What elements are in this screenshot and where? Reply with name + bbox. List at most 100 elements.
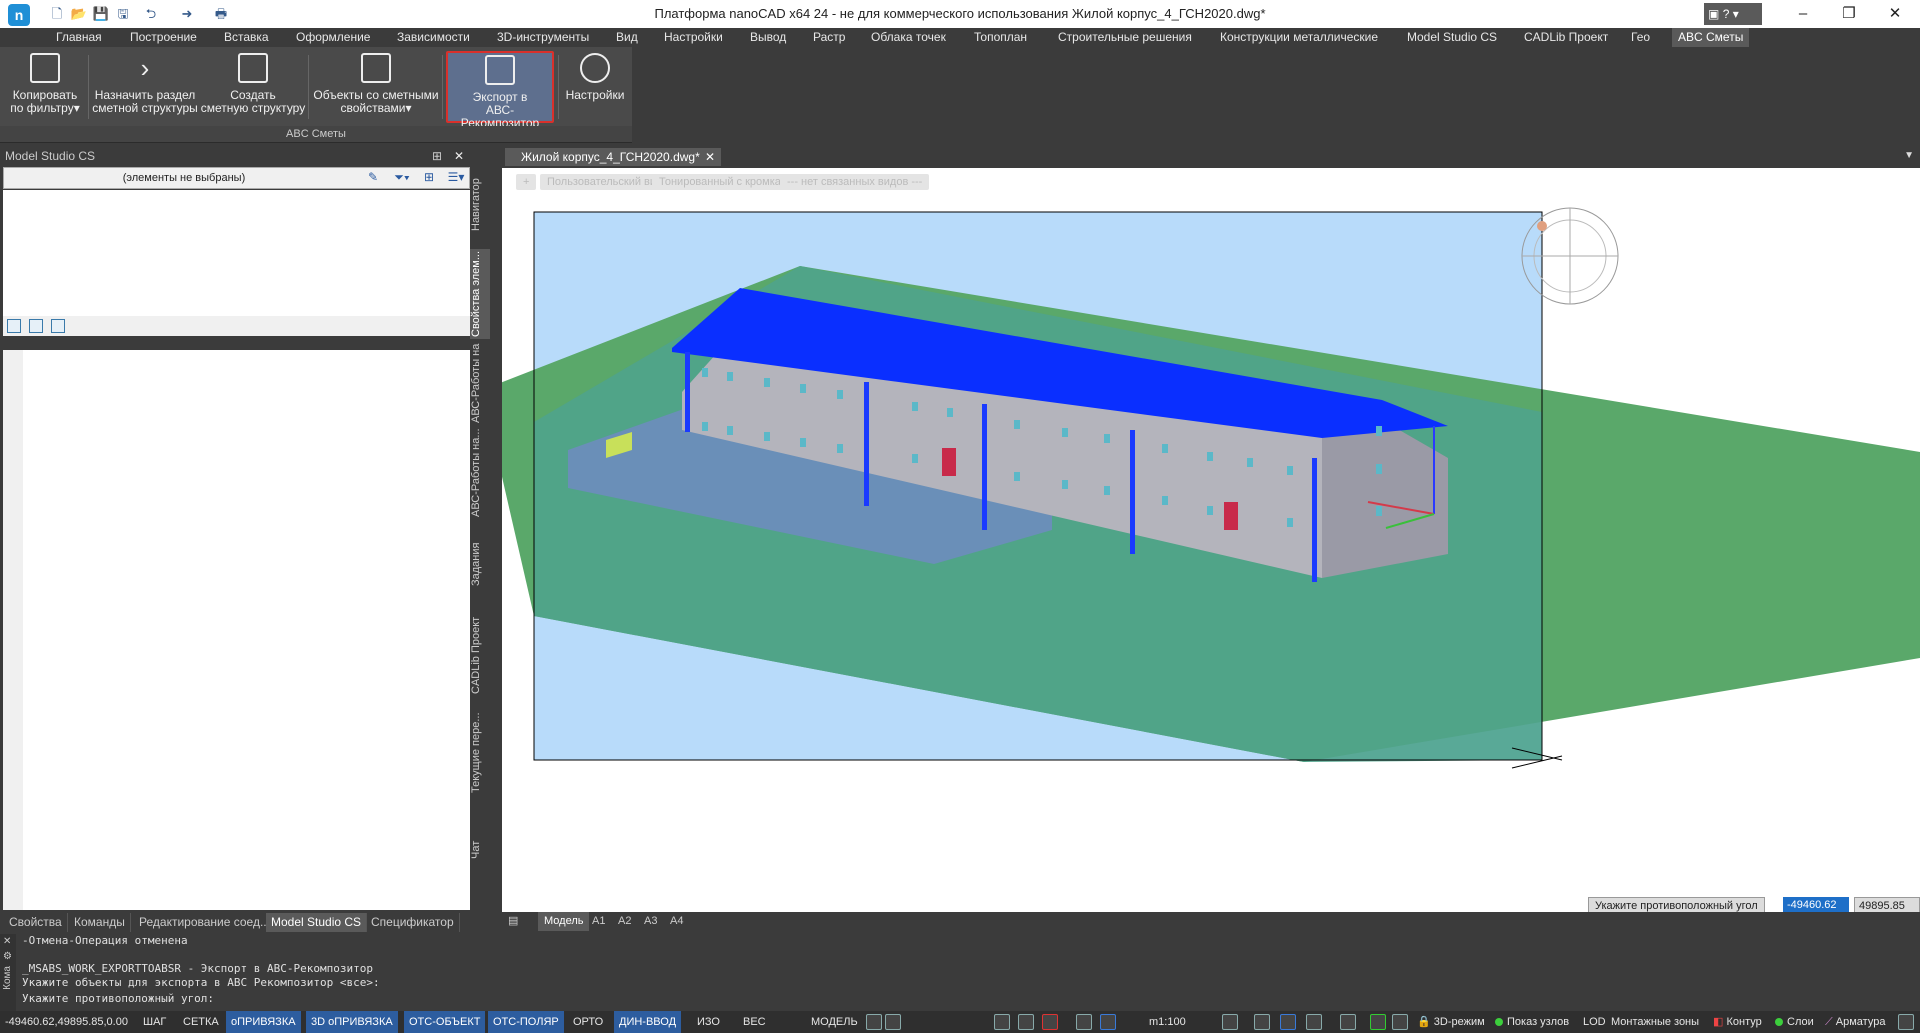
command-settings-icon[interactable]: ⚙ (0, 949, 16, 964)
side-tab-cadlib[interactable]: CADLib Проект (470, 609, 490, 701)
pin-icon[interactable]: ⊞ (432, 147, 442, 165)
pan-hand-icon[interactable] (1222, 1014, 1238, 1030)
tab-abc-estimates[interactable]: ABC Сметы (1672, 28, 1750, 47)
tab-design[interactable]: Оформление (290, 28, 376, 47)
toggle-step[interactable]: ШАГ (138, 1011, 171, 1033)
layers-toggle[interactable]: Слои (1770, 1011, 1819, 1033)
tab-list-chevron-icon[interactable]: ▼ (1904, 150, 1914, 161)
minimize-button[interactable]: – (1780, 0, 1826, 28)
show-nodes-toggle[interactable]: Показ узлов (1490, 1011, 1574, 1033)
close-button[interactable]: ✕ (1872, 0, 1918, 28)
tab-a1[interactable]: A1 (586, 912, 611, 931)
annotation-icon[interactable] (885, 1014, 901, 1030)
toggle-dyn-input[interactable]: ДИН-ВВОД (614, 1011, 682, 1033)
tab-3d-tools[interactable]: 3D-инструменты (491, 28, 595, 47)
document-tab[interactable]: Жилой корпус_4_ГСН2020.dwg* ✕ (505, 148, 721, 166)
toggle-3d-osnap[interactable]: 3D оПРИВЯЗКА (306, 1011, 398, 1033)
tab-geo[interactable]: Гео (1625, 28, 1656, 47)
tab-view[interactable]: Вид (610, 28, 644, 47)
redo-icon[interactable]: ➜ (178, 5, 196, 23)
orbit-icon[interactable] (1340, 1014, 1356, 1030)
zoom-window-icon[interactable] (1280, 1014, 1296, 1030)
panel-close-icon[interactable]: ✕ (454, 147, 464, 165)
lightbulb-icon[interactable] (1018, 1014, 1034, 1030)
toggle-ortho[interactable]: ОРТО (568, 1011, 608, 1033)
refresh-icon[interactable] (1370, 1014, 1386, 1030)
drawing-viewport[interactable]: + Пользовательский вид Тонированный с кр… (502, 168, 1920, 912)
command-close-icon[interactable]: ✕ (0, 934, 16, 949)
element-list-area[interactable] (3, 190, 470, 316)
help-box[interactable]: ▣ ? ▾ (1704, 3, 1762, 25)
save-icon[interactable]: 💾 (92, 5, 110, 23)
settings-button[interactable]: Настройки (562, 51, 628, 123)
linked-views-button[interactable]: --- нет связанных видов --- (780, 174, 930, 190)
tab-point-clouds[interactable]: Облака точек (865, 28, 952, 47)
add-view-button[interactable]: + (516, 174, 537, 190)
model-space-label[interactable]: МОДЕЛЬ (806, 1011, 863, 1033)
tab-a2[interactable]: A2 (612, 912, 637, 931)
tab-metal-structures[interactable]: Конструкции металлические (1214, 28, 1384, 47)
side-tab-navigator[interactable]: Навигатор (470, 165, 490, 245)
create-structure-button[interactable]: Создать сметную структуру (200, 51, 306, 123)
ucs-icon[interactable] (1100, 1014, 1116, 1030)
tab-output[interactable]: Вывод (744, 28, 792, 47)
tab-insert[interactable]: Вставка (218, 28, 275, 47)
command-input-line[interactable]: Укажите противоположный угол: (22, 992, 214, 1005)
side-tab-chat[interactable]: Чат (470, 805, 490, 895)
tab-model[interactable]: Модель (538, 912, 590, 931)
open-icon[interactable]: 📂 (70, 5, 88, 23)
tab-properties[interactable]: Свойства (4, 913, 68, 932)
side-tab-current-vars[interactable]: Текущие пере... (470, 707, 490, 799)
maximize-button[interactable]: ❐ (1826, 0, 1872, 28)
layouts-icon[interactable]: ▤ (508, 912, 526, 931)
mode-3d-toggle[interactable]: 🔒 3D-режим (1412, 1011, 1490, 1033)
viewport-icon[interactable] (866, 1014, 882, 1030)
properties-area[interactable] (3, 350, 470, 910)
assign-section-button[interactable]: › Назначить раздел сметной структуры (92, 51, 198, 123)
cursor-icon[interactable] (1076, 1014, 1092, 1030)
mount-zones-toggle[interactable]: Монтажные зоны (1606, 1011, 1704, 1033)
hide-objects-icon[interactable] (1042, 1014, 1058, 1030)
side-tab-abc-works-2[interactable]: АВС-Работы на... (470, 427, 490, 519)
tab-settings[interactable]: Настройки (658, 28, 729, 47)
document-close-icon[interactable]: ✕ (705, 148, 715, 166)
list-view-icon[interactable]: ☰▾ (444, 170, 468, 186)
logo-icon[interactable]: n (8, 4, 30, 26)
toggle-lineweight[interactable]: ВЕС (738, 1011, 771, 1033)
toggle-polar[interactable]: ОТС-ПОЛЯР (488, 1011, 564, 1033)
saveas-icon[interactable]: 🖫 (114, 5, 132, 23)
undo-icon[interactable]: ⮌ (142, 5, 160, 23)
new-icon[interactable]: 🗋 (48, 5, 66, 23)
isolate-icon[interactable] (994, 1014, 1010, 1030)
tab-build[interactable]: Построение (124, 28, 203, 47)
custom-view-button[interactable]: Пользовательский вид (540, 174, 670, 190)
paste-icon[interactable] (51, 319, 65, 333)
zoom-extents-icon[interactable] (1306, 1014, 1322, 1030)
toggle-iso[interactable]: ИЗО (692, 1011, 725, 1033)
filter-icon[interactable]: ⏷▾ (389, 170, 415, 186)
side-tab-element-properties[interactable]: Свойства элем... (470, 249, 490, 339)
scale-selector[interactable]: m1:100 (1144, 1011, 1191, 1033)
export-recompositor-button[interactable]: Экспорт в АВС-Рекомпозитор (446, 51, 554, 130)
workspace-icon[interactable] (1392, 1014, 1408, 1030)
tab-home[interactable]: Главная (50, 28, 108, 47)
side-tab-tasks[interactable]: Задания (470, 525, 490, 603)
copy-icon[interactable] (29, 319, 43, 333)
objects-with-properties-button[interactable]: Объекты со сметными свойствами▾ (312, 51, 440, 123)
print-icon[interactable]: 🖶 (212, 5, 230, 23)
tab-constraints[interactable]: Зависимости (391, 28, 476, 47)
3d-model-scene[interactable] (502, 168, 1920, 912)
contour-toggle[interactable]: ◧ Контур (1708, 1011, 1767, 1033)
tab-building-solutions[interactable]: Строительные решения (1052, 28, 1198, 47)
select-tree-icon[interactable]: ⊞ (420, 170, 438, 186)
select-pencil-icon[interactable]: ✎ (364, 170, 382, 186)
toggle-osnap[interactable]: оПРИВЯЗКА (226, 1011, 301, 1033)
tab-specifier[interactable]: Спецификатор (366, 913, 460, 932)
tab-a3[interactable]: A3 (638, 912, 663, 931)
tab-commands[interactable]: Команды (69, 913, 131, 932)
rebar-toggle[interactable]: ⟋ Арматура (1820, 1011, 1890, 1033)
tab-model-studio-cs[interactable]: Model Studio CS (266, 913, 368, 932)
tab-model-studio[interactable]: Model Studio CS (1401, 28, 1503, 47)
tab-a4[interactable]: A4 (664, 912, 689, 931)
side-tab-abc-works-1[interactable]: АВС-Работы на... (470, 343, 490, 423)
